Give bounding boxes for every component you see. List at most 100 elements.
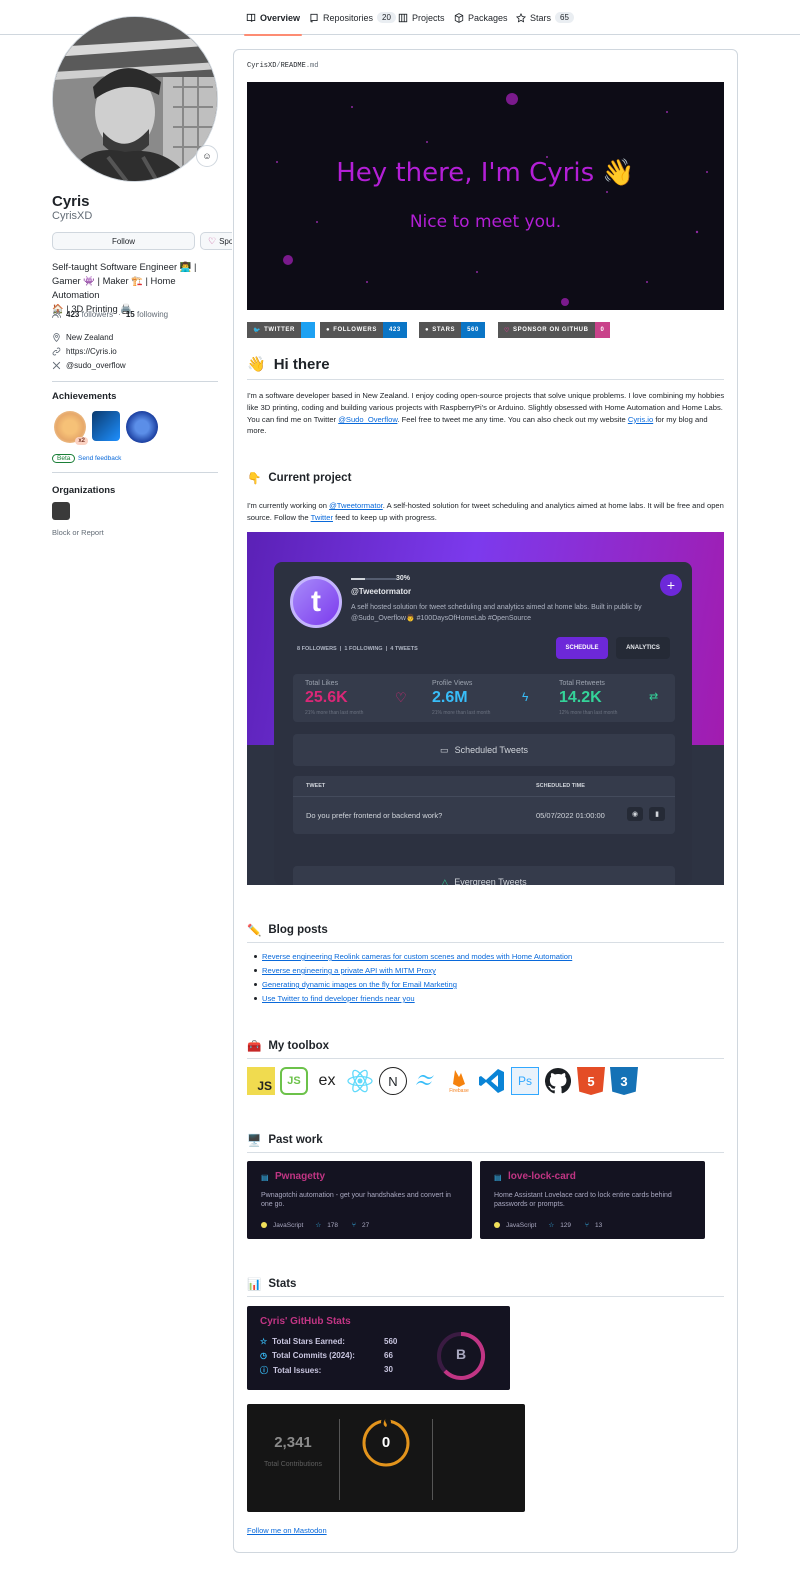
firebase-icon: Firebase — [445, 1067, 473, 1095]
language-color-dot — [261, 1222, 267, 1228]
mastodon-link[interactable]: Follow me on Mastodon — [247, 1526, 327, 1535]
path-file[interactable]: README — [281, 62, 306, 70]
followers-shield[interactable]: ● FOLLOWERS 423 — [320, 322, 407, 338]
tab-projects[interactable]: Projects — [398, 0, 445, 35]
analytics-button[interactable]: ANALYTICS — [616, 637, 670, 659]
views-value: 2.6M — [432, 689, 468, 706]
blog-post-link[interactable]: Use Twitter to find developer friends ne… — [254, 994, 415, 1003]
send-feedback-link[interactable]: Send feedback — [78, 455, 121, 462]
repo-meta: JavaScript ☆ 178 ⑂ 27 — [261, 1221, 369, 1229]
plus-icon: + — [666, 577, 676, 593]
avatar[interactable] — [52, 16, 218, 182]
tab-overview[interactable]: Overview — [243, 0, 303, 36]
heart-icon: ♡ — [208, 235, 217, 246]
hero-banner: Hey there, I'm Cyris 👋 Nice to meet you. — [247, 82, 724, 310]
website[interactable]: https://Cyris.io — [52, 347, 117, 356]
following-label: following — [136, 310, 169, 319]
tailwind-icon — [412, 1067, 440, 1095]
set-status-button[interactable]: ☺ — [196, 145, 218, 167]
app-handle: @Tweetormator — [351, 587, 412, 596]
vscode-icon — [478, 1067, 506, 1095]
repo-icon — [310, 13, 318, 22]
shield-label: FOLLOWERS — [333, 327, 377, 333]
achievement-badge-quickdraw[interactable] — [92, 411, 120, 441]
sponsor-shield[interactable]: ♡ SPONSOR ON GITHUB 0 — [498, 322, 611, 338]
social-text: @sudo_overflow — [66, 361, 126, 370]
blog-post-link[interactable]: Reverse engineering Reolink cameras for … — [253, 952, 572, 961]
tab-label: Packages — [468, 12, 508, 23]
shield-value: 0 — [594, 322, 611, 338]
current-streak-value: 0 — [381, 1434, 391, 1451]
dot-separator: · — [118, 310, 121, 319]
multiplier-badge: x2 — [75, 437, 88, 445]
heading-rule — [247, 1296, 724, 1297]
achievements-heading: Achievements — [52, 391, 117, 402]
views-label: Profile Views — [432, 680, 473, 687]
delete-tweet-button[interactable]: ▮ — [649, 807, 665, 821]
following-link[interactable]: 15 following — [126, 310, 168, 319]
twitter-feed-link[interactable]: Twitter — [311, 513, 333, 522]
sponsor-button[interactable]: ♡Sponsor — [200, 232, 232, 250]
add-button[interactable]: + — [660, 574, 682, 596]
stat-row: ⓘ Total Issues: — [260, 1365, 321, 1376]
tab-stars[interactable]: Stars 65 — [516, 0, 574, 35]
repo-stars: 178 — [327, 1221, 339, 1229]
stat-value: 30 — [384, 1365, 393, 1374]
star-icon: ☆ — [260, 1337, 268, 1346]
stat-row: ◷ Total Commits (2024): — [260, 1351, 355, 1360]
repo-language: JavaScript — [506, 1221, 537, 1229]
language-color-dot — [494, 1222, 500, 1228]
profile-login: CyrisXD — [52, 210, 93, 222]
followers-link[interactable]: 423 followers — [66, 310, 113, 319]
people-icon — [52, 310, 61, 318]
shield-value — [300, 322, 315, 338]
tweetormator-screenshot: t 30% @Tweetormator A self hosted soluti… — [247, 532, 724, 885]
row-tweet: Do you prefer frontend or backend work? — [306, 811, 443, 820]
link-icon — [52, 347, 61, 356]
retweet-icon: ⇄ — [649, 691, 659, 703]
block-report-link[interactable]: Block or Report — [52, 528, 104, 537]
firebase-label: Firebase — [449, 1087, 469, 1094]
blog-post-link[interactable]: Generating dynamic images on the fly for… — [254, 980, 457, 989]
repo-stars: 129 — [560, 1221, 572, 1229]
view-tweet-button[interactable]: ◉ — [627, 807, 643, 821]
text: feed to keep up with progress. — [332, 512, 437, 522]
beta-label: Beta — [52, 454, 76, 463]
tweetormator-link[interactable]: @Tweetormator — [329, 501, 383, 510]
schedule-button[interactable]: SCHEDULE — [556, 637, 608, 659]
toolbox-icon: 🧰 — [247, 1041, 262, 1053]
stat-value: 560 — [384, 1337, 398, 1346]
repo-card-pwnagetty[interactable]: ▤ Pwnagetty Pwnagotchi automation - get … — [247, 1161, 472, 1239]
progress-track — [351, 578, 397, 580]
achievement-badge-yolo[interactable]: x2 — [54, 411, 88, 445]
follow-button[interactable]: Follow — [52, 232, 195, 250]
avatar-photo — [53, 17, 217, 181]
progress-percent: 30% — [396, 575, 411, 582]
twitter-link[interactable]: @Sudo_Overflow — [338, 415, 397, 424]
tab-repositories[interactable]: Repositories 20 — [309, 0, 396, 35]
stats-panel: Total Likes 25.6K 21% more than last mon… — [293, 674, 675, 722]
path-owner[interactable]: CyrisXD — [247, 62, 276, 70]
twitter-shield[interactable]: 🐦 TWITTER — [247, 322, 315, 338]
heart-icon: ♡ — [504, 327, 510, 334]
tab-packages[interactable]: Packages — [454, 0, 508, 35]
blog-post-link[interactable]: Reverse engineering a private API with M… — [254, 966, 436, 975]
following-count: 15 — [125, 310, 135, 319]
achievement-badge-arctic[interactable] — [126, 411, 158, 443]
stars-shield[interactable]: ● STARS 560 — [419, 322, 485, 338]
organization-avatar[interactable] — [52, 502, 70, 520]
scheduled-tweets-header[interactable]: ▭ Scheduled Tweets — [293, 734, 675, 766]
evergreen-tweets-header[interactable]: △ Evergreen Tweets — [293, 866, 675, 885]
website-link[interactable]: Cyris.io — [628, 415, 653, 424]
css3-icon: 3 — [610, 1067, 638, 1095]
col-tweet: TWEET — [306, 783, 326, 789]
computer-icon: 🖥️ — [247, 1135, 262, 1147]
streak-divider — [432, 1419, 433, 1500]
location-icon — [53, 333, 60, 342]
stats-heading: 📊 Stats — [247, 1277, 296, 1291]
heading-text: Stats — [268, 1278, 297, 1290]
repo-card-love-lock-card[interactable]: ▤ love-lock-card Home Assistant Lovelace… — [480, 1161, 705, 1239]
location-text: New Zealand — [66, 333, 114, 342]
social-account[interactable]: @sudo_overflow — [52, 361, 126, 370]
path-ext: .md — [305, 62, 319, 70]
